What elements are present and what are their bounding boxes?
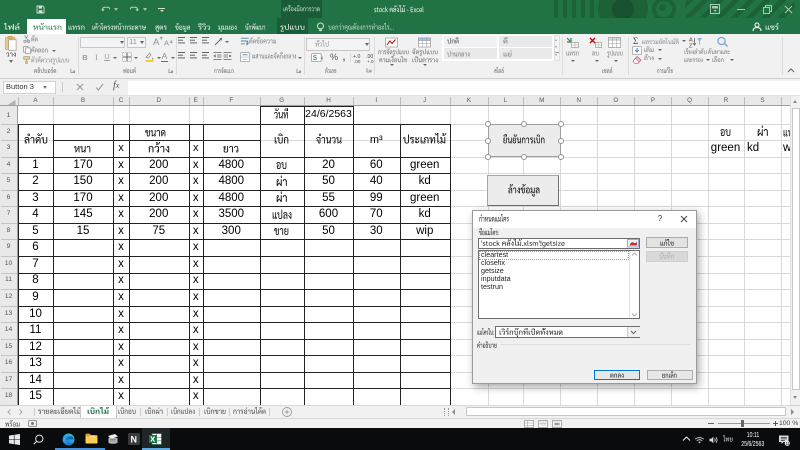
svg-text:$: $ — [313, 55, 317, 62]
svg-text:11: 11 — [786, 441, 790, 446]
svg-text:A: A — [153, 37, 160, 47]
svg-text:+.0: +.0 — [367, 59, 374, 63]
svg-text:.00: .00 — [354, 59, 361, 63]
svg-text:A: A — [164, 38, 169, 47]
svg-text:N: N — [131, 435, 138, 445]
